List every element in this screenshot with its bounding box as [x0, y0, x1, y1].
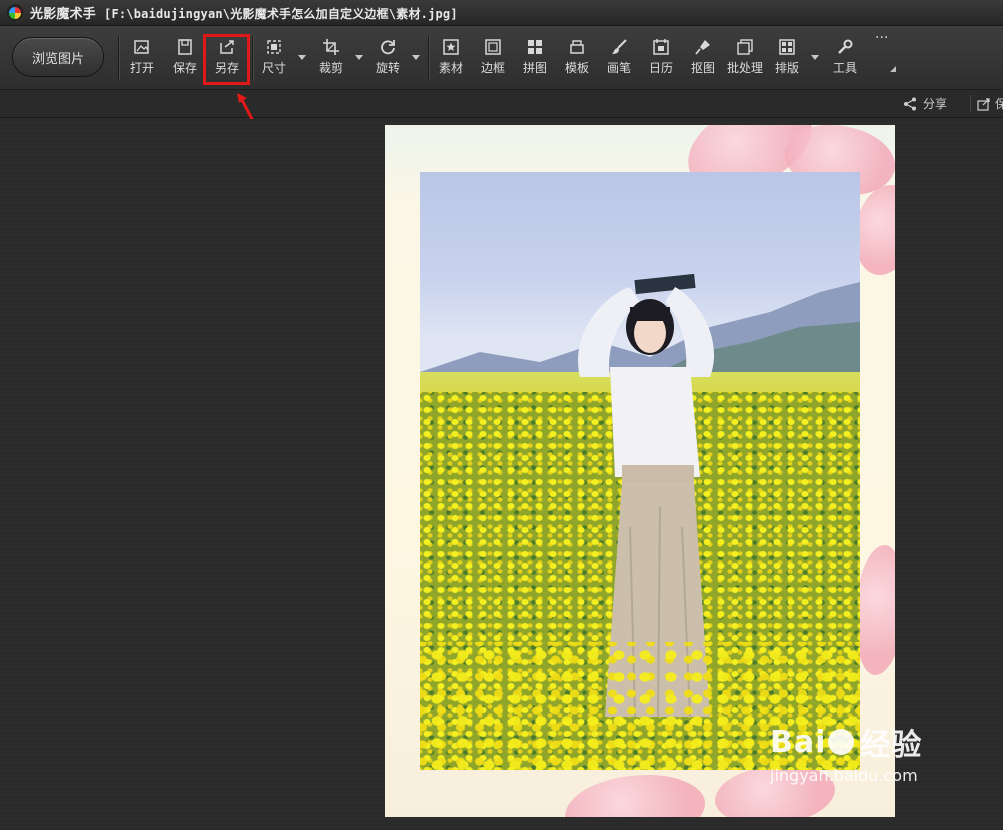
share-button[interactable]: 分享: [903, 95, 947, 112]
collage-label: 拼图: [523, 61, 548, 75]
batch-button[interactable]: 批处理: [727, 34, 763, 82]
resize-label: 尺寸: [262, 61, 287, 75]
layout-dropdown-arrow[interactable]: [811, 55, 819, 60]
collage-icon: [528, 40, 542, 54]
toolbar-divider: [118, 36, 119, 80]
rotate-label: 旋转: [376, 61, 401, 75]
calendar-button[interactable]: 日历: [649, 34, 673, 82]
brush-icon: [612, 39, 627, 54]
layout-label: 排版: [775, 61, 800, 75]
resize-button[interactable]: 尺寸: [262, 34, 286, 82]
save-share-label: 保: [994, 97, 1003, 111]
secondary-bar: 分享 保: [0, 90, 1003, 118]
toolbar-divider: [428, 36, 429, 80]
watermark-brand-text: Bai: [770, 724, 827, 760]
bordered-image[interactable]: [385, 125, 895, 817]
app-logo-icon: [6, 3, 24, 22]
save-button[interactable]: 保存: [173, 34, 197, 82]
resize-icon: [267, 40, 281, 54]
flower-petal-decoration: [565, 775, 705, 817]
tools-label: 工具: [833, 61, 858, 75]
toolbar-divider: [252, 36, 253, 80]
layout-icon: [779, 39, 795, 55]
crop-label: 裁剪: [319, 61, 344, 75]
rotate-icon: [381, 40, 395, 55]
window-title: 光影魔术手 [F:\baidujingyan\光影魔术手怎么加自定义边框\素材.j…: [30, 3, 458, 22]
main-toolbar: 浏览图片 打开 保存 另存 尺寸 裁剪 旋转 素材 边框 拼图 模板 画笔 日历…: [0, 26, 1003, 90]
baidu-jingyan-watermark: Bai 经验 jingyan.baidu.com: [770, 720, 922, 786]
brush-button[interactable]: 画笔: [607, 34, 631, 82]
calendar-icon: [653, 39, 669, 55]
photo: [420, 172, 860, 770]
open-button[interactable]: 打开: [130, 34, 154, 82]
border-button[interactable]: 边框: [481, 34, 505, 82]
browse-images-button[interactable]: 浏览图片: [12, 37, 104, 77]
border-label: 边框: [481, 61, 506, 75]
material-button[interactable]: 素材: [439, 34, 463, 82]
watermark-brand-cn: 经验: [860, 728, 923, 763]
border-icon: [485, 39, 501, 55]
paw-logo-icon: [828, 729, 855, 755]
cutout-icon: [695, 40, 710, 55]
share-label: 分享: [922, 97, 947, 111]
rotate-button[interactable]: 旋转: [376, 34, 400, 82]
collage-button[interactable]: 拼图: [523, 34, 547, 82]
crop-button[interactable]: 裁剪: [319, 34, 343, 82]
cutout-label: 抠图: [691, 61, 716, 75]
wrench-icon: [838, 39, 853, 54]
watermark-brand: Bai 经验: [770, 720, 922, 764]
crop-icon: [323, 39, 339, 55]
batch-label: 批处理: [727, 61, 764, 75]
rotate-dropdown-arrow[interactable]: [412, 55, 420, 60]
open-label: 打开: [130, 61, 155, 75]
more-icon: ···: [875, 30, 889, 46]
save-export-icon: [977, 97, 990, 111]
template-icon: [570, 40, 584, 54]
save-as-highlight-box: [203, 34, 250, 85]
save-label: 保存: [173, 61, 198, 75]
expand-corner-icon[interactable]: [890, 66, 896, 72]
resize-dropdown-arrow[interactable]: [298, 55, 306, 60]
watermark-url: jingyan.baidu.com: [770, 766, 918, 785]
more-button[interactable]: ···: [875, 30, 888, 78]
flower-petal-decoration: [855, 545, 895, 675]
title-bar: 光影魔术手 [F:\baidujingyan\光影魔术手怎么加自定义边框\素材.j…: [0, 0, 1003, 26]
file-path: [F:\baidujingyan\光影魔术手怎么加自定义边框\素材.jpg]: [104, 7, 458, 21]
material-icon: [443, 39, 459, 55]
batch-icon: [737, 39, 753, 55]
save-icon: [178, 39, 192, 55]
flower-petal-decoration: [855, 185, 895, 275]
app-name: 光影魔术手: [30, 7, 97, 22]
template-button[interactable]: 模板: [565, 34, 589, 82]
crop-dropdown-arrow[interactable]: [355, 55, 363, 60]
layout-button[interactable]: 排版: [775, 34, 799, 82]
calendar-label: 日历: [649, 61, 674, 75]
tools-button[interactable]: 工具: [833, 34, 857, 82]
material-label: 素材: [439, 61, 464, 75]
save-share-button[interactable]: 保: [969, 95, 1003, 112]
open-image-icon: [134, 40, 149, 54]
cutout-button[interactable]: 抠图: [691, 34, 715, 82]
brush-label: 画笔: [607, 61, 632, 75]
share-icon: [903, 97, 916, 110]
template-label: 模板: [565, 61, 590, 75]
